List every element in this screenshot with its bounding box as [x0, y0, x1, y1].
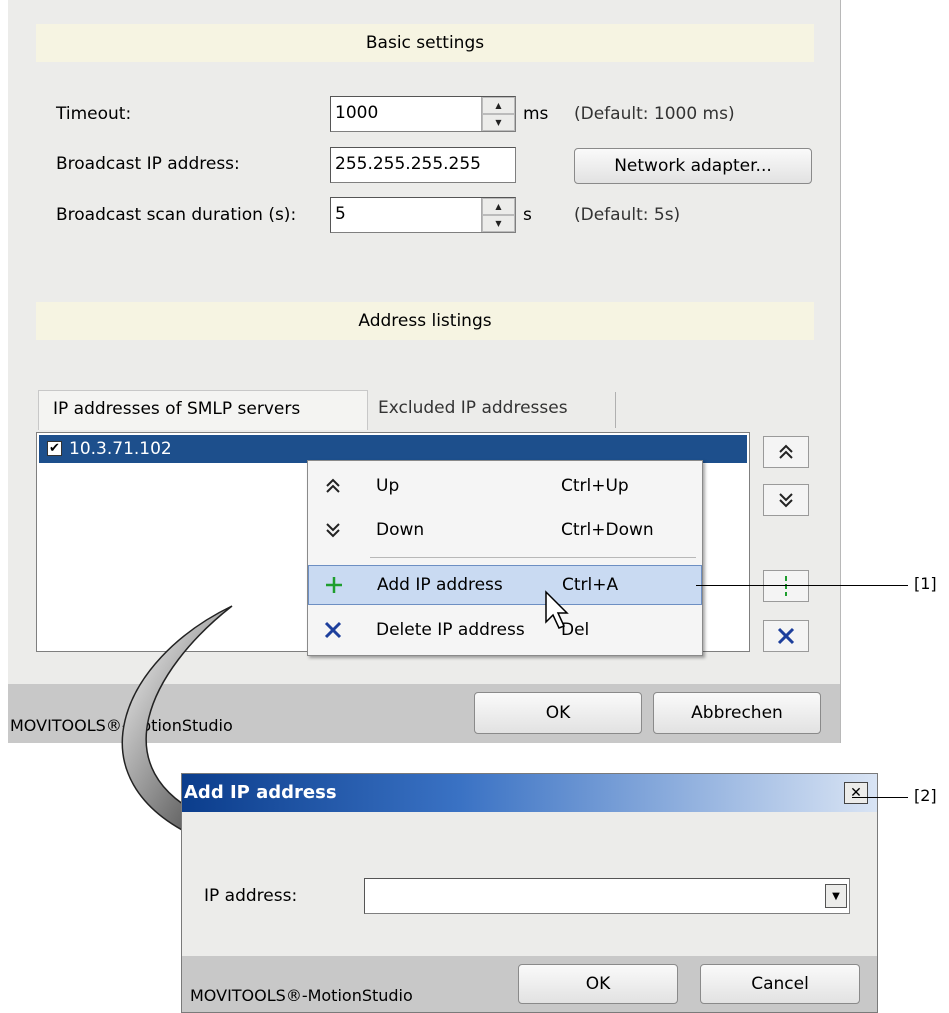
ok-button[interactable]: OK — [474, 692, 642, 734]
double-chevron-up-icon — [326, 478, 340, 493]
double-chevron-up-icon — [779, 444, 793, 459]
status-text: MOVITOOLS®-MotionStudio — [190, 986, 413, 1005]
scan-duration-spinner[interactable]: ▲ ▼ — [481, 198, 515, 232]
callout-line-1 — [696, 585, 908, 586]
spin-down-icon[interactable]: ▼ — [482, 215, 515, 232]
timeout-input[interactable]: 1000 ▲ ▼ — [330, 96, 516, 132]
basic-settings-header: Basic settings — [36, 24, 814, 62]
ip-address-label: IP address: — [204, 886, 298, 906]
broadcast-ip-input[interactable]: 255.255.255.255 — [330, 147, 516, 183]
scan-duration-unit: s — [523, 205, 532, 225]
ip-address-combobox[interactable]: ▼ — [364, 878, 850, 914]
timeout-label: Timeout: — [56, 104, 132, 124]
network-adapter-button[interactable]: Network adapter... — [574, 148, 812, 184]
callout-label-2: [2] — [914, 786, 937, 805]
plus-icon — [785, 576, 787, 596]
menu-separator — [370, 557, 696, 558]
double-chevron-down-icon — [779, 493, 793, 508]
x-icon — [777, 627, 795, 645]
address-listings-header: Address listings — [36, 302, 814, 340]
menu-item-shortcut: Ctrl+Up — [561, 476, 629, 496]
tab-label: IP addresses of SMLP servers — [53, 399, 301, 419]
timeout-default-hint: (Default: 1000 ms) — [574, 104, 735, 124]
title-bar: Add IP address ✕ — [182, 774, 877, 812]
broadcast-ip-label: Broadcast IP address: — [56, 154, 240, 174]
scan-duration-input[interactable]: 5 ▲ ▼ — [330, 197, 516, 233]
tab-excluded-addresses[interactable]: Excluded IP addresses — [368, 392, 616, 428]
list-item[interactable]: ✔ 10.3.71.102 — [39, 435, 747, 463]
menu-item-add-ip[interactable]: Add IP address Ctrl+A — [308, 565, 702, 605]
context-menu: Up Ctrl+Up Down Ctrl+Down Add IP address… — [307, 460, 703, 656]
menu-item-shortcut: Ctrl+Down — [561, 520, 654, 540]
menu-item-shortcut: Ctrl+A — [562, 575, 619, 595]
cancel-button[interactable]: Abbrechen — [653, 692, 821, 734]
timeout-unit: ms — [523, 104, 549, 124]
menu-item-delete-ip[interactable]: Delete IP address Del — [308, 613, 702, 647]
move-down-button[interactable] — [763, 484, 809, 516]
menu-item-label: Add IP address — [377, 575, 503, 595]
checkbox-checked-icon[interactable]: ✔ — [47, 441, 62, 456]
add-ip-dialog: Add IP address ✕ IP address: ▼ MOVITOOLS… — [181, 773, 878, 1013]
add-ip-button[interactable] — [763, 570, 809, 602]
scan-duration-label: Broadcast scan duration (s): — [56, 205, 297, 225]
status-bar: MOVITOOLS®-MotionStudio OK Cancel — [182, 956, 877, 1012]
timeout-spinner[interactable]: ▲ ▼ — [481, 97, 515, 131]
tab-smlp-servers[interactable]: IP addresses of SMLP servers — [38, 390, 368, 430]
menu-item-label: Up — [376, 476, 400, 496]
menu-item-label: Down — [376, 520, 425, 540]
scan-duration-default-hint: (Default: 5s) — [574, 205, 681, 225]
callout-line-2 — [852, 797, 908, 798]
dropdown-arrow-icon[interactable]: ▼ — [825, 884, 847, 908]
double-chevron-down-icon — [326, 523, 340, 538]
tab-label: Excluded IP addresses — [378, 398, 568, 418]
cancel-button[interactable]: Cancel — [700, 964, 860, 1004]
dialog-title: Add IP address — [184, 782, 337, 803]
move-up-button[interactable] — [763, 436, 809, 468]
spin-down-icon[interactable]: ▼ — [482, 114, 515, 131]
menu-item-label: Delete IP address — [376, 620, 525, 640]
delete-ip-button[interactable] — [763, 620, 809, 652]
list-item-label: 10.3.71.102 — [69, 439, 172, 459]
plus-icon — [326, 577, 342, 593]
mouse-cursor-icon — [545, 590, 569, 629]
ok-button[interactable]: OK — [518, 964, 678, 1004]
menu-item-up[interactable]: Up Ctrl+Up — [308, 469, 702, 503]
callout-label-1: [1] — [914, 574, 937, 593]
close-icon[interactable]: ✕ — [844, 782, 868, 804]
menu-item-down[interactable]: Down Ctrl+Down — [308, 513, 702, 547]
